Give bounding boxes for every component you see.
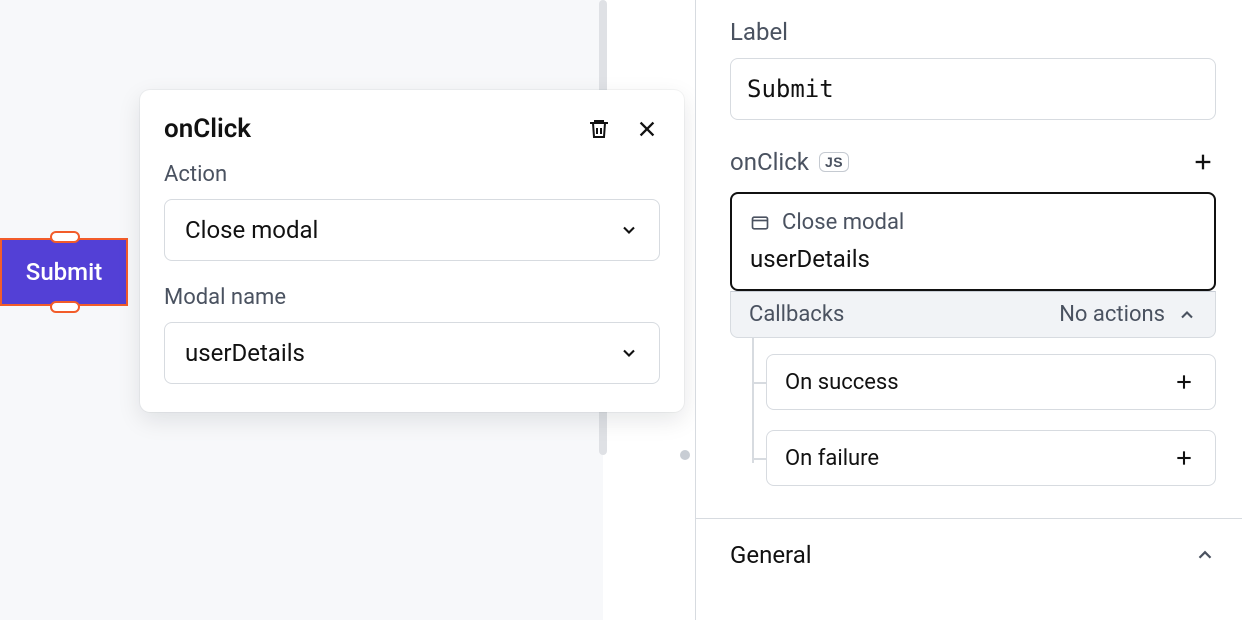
- properties-panel: Label onClick JS Close modal userDetails…: [695, 0, 1242, 620]
- on-success-card[interactable]: On success: [766, 354, 1216, 410]
- resize-handle-top[interactable]: [50, 231, 80, 243]
- label-heading: Label: [730, 18, 1216, 46]
- label-input[interactable]: [730, 58, 1216, 120]
- on-failure-card[interactable]: On failure: [766, 430, 1216, 486]
- canvas-scroll-thumb[interactable]: [680, 450, 690, 460]
- callbacks-tree: On success On failure: [752, 338, 1216, 498]
- submit-button-label: Submit: [26, 258, 102, 286]
- tree-line: [752, 338, 754, 463]
- modal-name-select[interactable]: userDetails: [164, 322, 660, 384]
- callbacks-label: Callbacks: [749, 302, 844, 327]
- submit-button[interactable]: Submit: [0, 238, 128, 306]
- modal-name-field-label: Modal name: [164, 285, 660, 310]
- action-select[interactable]: Close modal: [164, 199, 660, 261]
- modal-icon: [750, 213, 770, 233]
- modal-name-select-value: userDetails: [185, 339, 305, 367]
- close-icon[interactable]: [634, 116, 660, 142]
- add-success-action-button[interactable]: [1171, 369, 1197, 395]
- chevron-down-icon: [619, 343, 639, 363]
- canvas-area: Submit onClick Action C: [0, 0, 695, 620]
- action-select-value: Close modal: [185, 216, 318, 244]
- add-action-button[interactable]: [1190, 149, 1216, 175]
- action-card-value: userDetails: [750, 245, 1196, 273]
- chevron-down-icon: [619, 220, 639, 240]
- js-badge[interactable]: JS: [819, 152, 849, 172]
- callbacks-status: No actions: [1059, 302, 1165, 327]
- action-card[interactable]: Close modal userDetails: [730, 192, 1216, 291]
- onclick-popover: onClick Action Close modal Modal name: [140, 90, 684, 412]
- on-failure-label: On failure: [785, 446, 879, 471]
- callbacks-bar[interactable]: Callbacks No actions: [730, 291, 1216, 338]
- general-heading: General: [730, 541, 812, 569]
- popover-title: onClick: [164, 114, 251, 144]
- chevron-up-icon: [1194, 544, 1216, 566]
- add-failure-action-button[interactable]: [1171, 445, 1197, 471]
- delete-icon[interactable]: [586, 116, 612, 142]
- resize-handle-bottom[interactable]: [50, 301, 80, 313]
- chevron-up-icon: [1177, 305, 1197, 325]
- general-section-header[interactable]: General: [730, 519, 1216, 569]
- on-success-label: On success: [785, 370, 899, 395]
- action-field-label: Action: [164, 162, 660, 187]
- onclick-heading: onClick: [730, 148, 809, 176]
- action-card-type: Close modal: [782, 210, 904, 235]
- canvas-widget-submit[interactable]: Submit: [0, 238, 128, 306]
